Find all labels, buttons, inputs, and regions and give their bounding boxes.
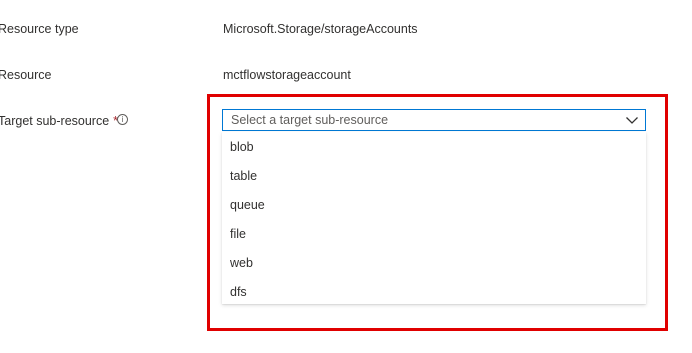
option-queue[interactable]: queue: [230, 198, 265, 212]
target-label-text: Target sub-resource: [0, 114, 110, 128]
option-blob[interactable]: blob: [230, 140, 254, 154]
info-icon[interactable]: i: [117, 114, 128, 125]
resource-type-value: Microsoft.Storage/storageAccounts: [223, 22, 418, 36]
option-web[interactable]: web: [230, 256, 253, 270]
chevron-down-icon: [625, 113, 639, 127]
target-sub-resource-select[interactable]: Select a target sub-resource: [222, 109, 646, 131]
target-sub-resource-label: Target sub-resource *: [0, 114, 118, 128]
option-table[interactable]: table: [230, 169, 257, 183]
option-file[interactable]: file: [230, 227, 246, 241]
target-sub-resource-dropdown: blob table queue file web dfs: [222, 132, 646, 304]
resource-value: mctflowstorageaccount: [223, 68, 351, 82]
option-dfs[interactable]: dfs: [230, 285, 247, 299]
resource-label: Resource: [0, 68, 52, 82]
select-placeholder: Select a target sub-resource: [231, 113, 389, 127]
resource-type-label: Resource type: [0, 22, 79, 36]
